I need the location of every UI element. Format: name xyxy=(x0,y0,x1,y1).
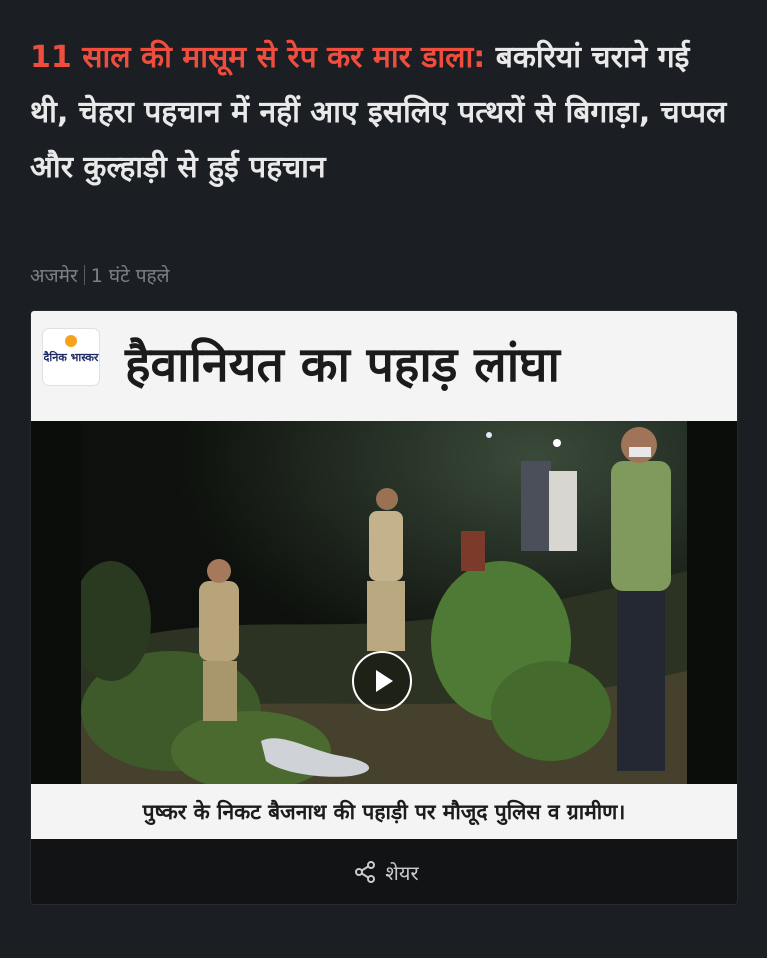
video-caption-bar: पुष्कर के निकट बैजनाथ की पहाड़ी पर मौजूद… xyxy=(31,784,737,839)
banner-title: हैवानियत का पहाड़ लांघा xyxy=(125,337,560,393)
play-icon xyxy=(376,670,393,692)
article-page: 11 साल की मासूम से रेप कर मार डाला: बकरि… xyxy=(0,0,767,958)
video-card: दैनिक भास्कर हैवानियत का पहाड़ लांघा पुष… xyxy=(30,310,738,905)
logo-text: दैनिक भास्कर xyxy=(43,351,99,364)
article-location: अजमेर xyxy=(30,265,78,287)
video-caption: पुष्कर के निकट बैजनाथ की पहाड़ी पर मौजूद… xyxy=(142,799,626,824)
share-icon xyxy=(355,861,376,883)
share-label: शेयर xyxy=(385,860,419,885)
video-thumbnail xyxy=(81,421,687,784)
video-banner: दैनिक भास्कर हैवानियत का पहाड़ लांघा xyxy=(31,311,737,421)
article-meta: अजमेर 1 घंटे पहले xyxy=(30,262,170,288)
article-headline[interactable]: 11 साल की मासूम से रेप कर मार डाला: बकरि… xyxy=(30,30,735,195)
dainik-bhaskar-logo: दैनिक भास्कर xyxy=(43,329,99,385)
meta-divider xyxy=(83,265,85,285)
logo-sun-icon xyxy=(65,335,77,347)
video-player[interactable] xyxy=(31,421,737,784)
article-time: 1 घंटे पहले xyxy=(90,265,170,287)
play-button[interactable] xyxy=(352,651,412,711)
share-button[interactable]: शेयर xyxy=(331,854,441,890)
next-paragraph-cutoff xyxy=(30,944,735,958)
headline-kicker: 11 साल की मासूम से रेप कर मार डाला: xyxy=(30,40,486,75)
